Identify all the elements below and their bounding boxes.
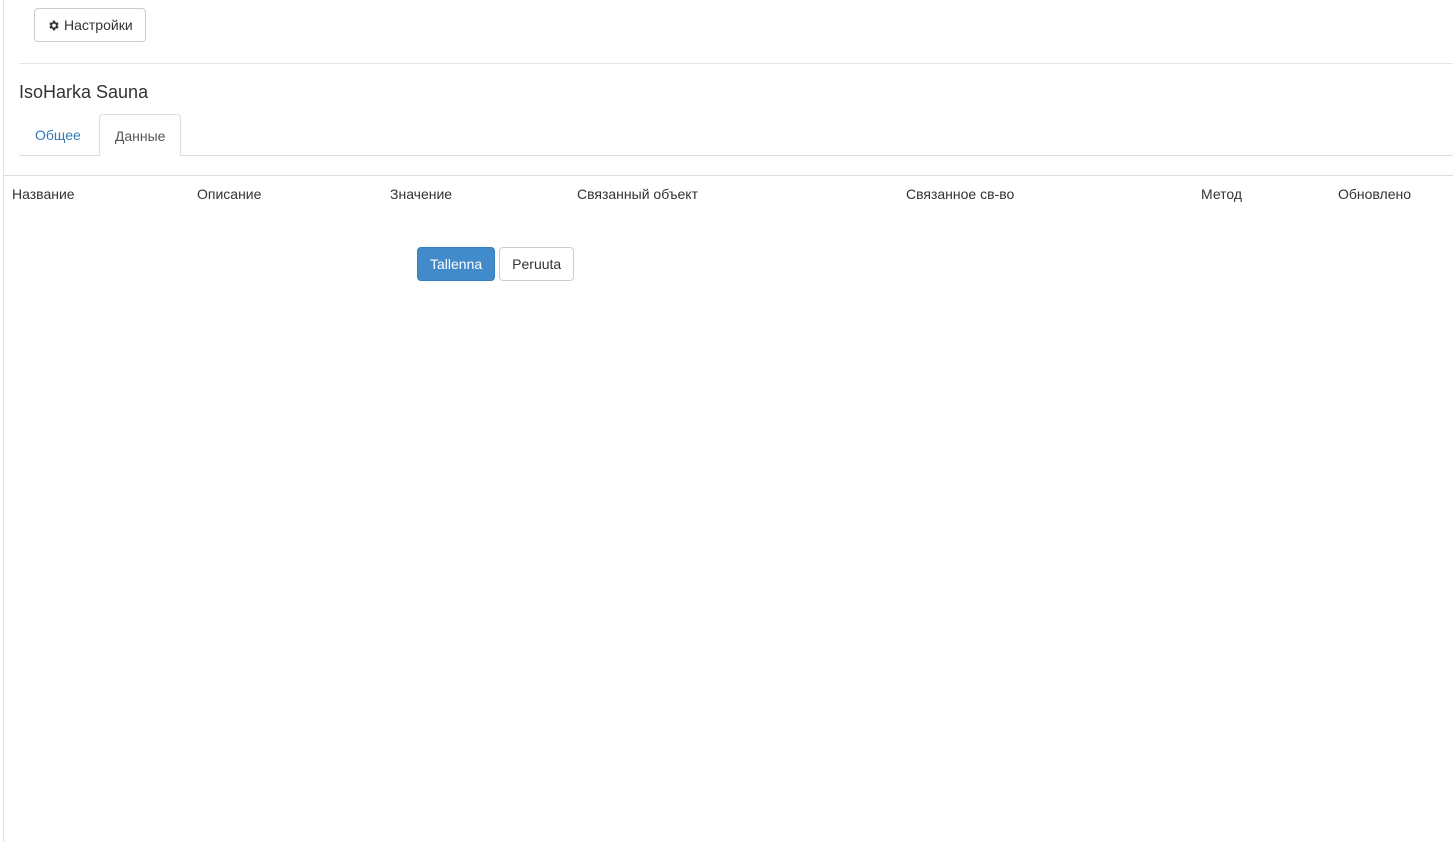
column-header-linked-property[interactable]: Связанное св-во [898,176,1193,212]
column-header-description[interactable]: Описание [189,176,382,212]
cancel-button[interactable]: Peruuta [499,247,575,281]
column-header-updated[interactable]: Обновлено [1330,176,1453,212]
gear-icon [47,19,60,32]
page-title: IsoHarka Sauna [19,82,149,102]
column-header-name[interactable]: Название [4,176,189,212]
column-header-linked-object[interactable]: Связанный объект [569,176,898,212]
column-header-value[interactable]: Значение [382,176,569,212]
column-header-method[interactable]: Метод [1193,176,1330,212]
data-table: Название Описание Значение Связанный объ… [4,176,1453,212]
tab-bar: Общее Данные [19,113,1453,156]
top-divider [19,63,1453,64]
table-header-row: Название Описание Значение Связанный объ… [4,176,1453,212]
form-actions: Tallenna Peruuta [417,247,575,281]
page: Настройки IsoHarka Sauna Общее Данные На… [3,0,1453,842]
settings-button-label: Настройки [64,17,133,33]
tab-data[interactable]: Данные [98,114,182,156]
save-button[interactable]: Tallenna [417,247,496,281]
tab-general[interactable]: Общее [19,114,97,155]
settings-button[interactable]: Настройки [34,8,146,42]
